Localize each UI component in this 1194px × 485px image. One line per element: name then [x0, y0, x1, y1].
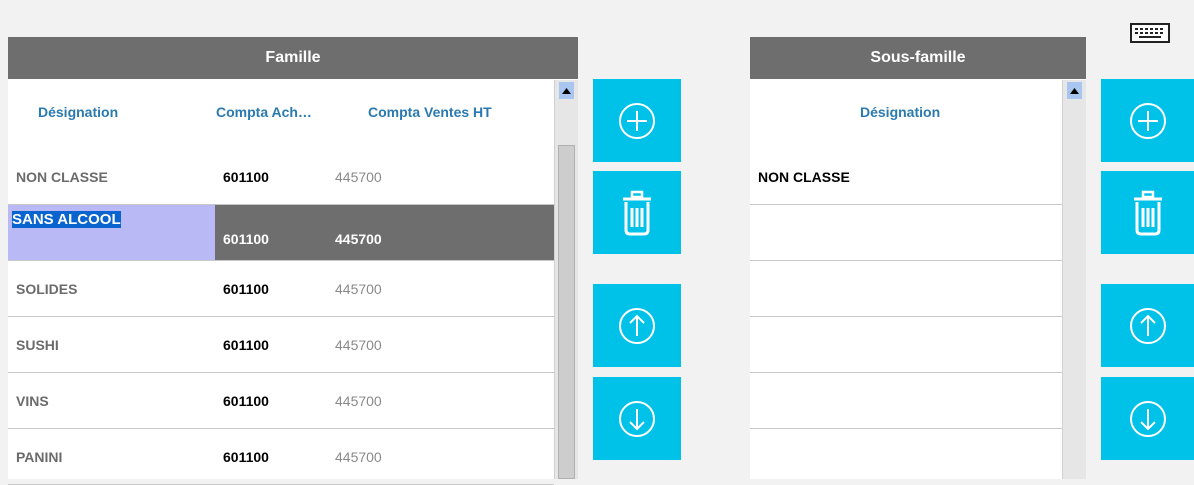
sous-famille-table-row[interactable] — [750, 373, 1062, 429]
famille-scroll-thumb[interactable] — [558, 145, 575, 479]
famille-cell-compta-achat: 601100 — [223, 449, 269, 465]
sous-famille-table-row[interactable] — [750, 205, 1062, 261]
delete-sous-famille-button[interactable] — [1101, 171, 1194, 254]
famille-table-row[interactable]: VINS 601100 445700 — [8, 373, 554, 429]
sous-famille-table-row[interactable] — [750, 317, 1062, 373]
move-up-sous-famille-button[interactable] — [1101, 284, 1194, 367]
famille-title: Famille — [265, 49, 321, 66]
famille-cell-designation: NON CLASSE — [16, 169, 108, 185]
scroll-up-arrow-icon[interactable] — [559, 82, 574, 99]
add-sous-famille-button[interactable] — [1101, 79, 1194, 162]
trash-icon — [623, 190, 651, 235]
famille-cell-compta-ventes: 445700 — [335, 281, 382, 297]
keyboard-icon — [1130, 23, 1170, 43]
move-up-famille-button[interactable] — [593, 284, 681, 367]
move-down-sous-famille-button[interactable] — [1101, 377, 1194, 460]
famille-scrollbar[interactable] — [554, 80, 578, 479]
famille-cell-compta-ventes: 445700 — [335, 169, 382, 185]
famille-cell-compta-ventes: 445700 — [335, 231, 382, 247]
sous-famille-table-row[interactable] — [750, 261, 1062, 317]
famille-cell-designation: SUSHI — [16, 337, 59, 353]
famille-cell-compta-achat: 601100 — [223, 281, 269, 297]
column-header-compta-ventes[interactable]: Compta Ventes HT — [368, 104, 492, 120]
famille-cell-designation: PANINI — [16, 449, 63, 465]
famille-table-row[interactable]: SUSHI 601100 445700 — [8, 317, 554, 373]
famille-cell-designation[interactable]: SANS ALCOOL — [8, 205, 215, 260]
famille-table-row[interactable]: NON CLASSE 601100 445700 — [8, 149, 554, 205]
column-header-designation[interactable]: Désignation — [38, 104, 118, 120]
column-header-compta-achat[interactable]: Compta Ach… — [216, 104, 312, 120]
trash-icon — [1133, 190, 1162, 235]
famille-cell-compta-ventes: 445700 — [335, 393, 382, 409]
sous-famille-scrollbar[interactable] — [1062, 80, 1086, 479]
arrow-down-circle-icon — [1129, 400, 1166, 437]
move-down-famille-button[interactable] — [593, 377, 681, 460]
sous-famille-column-header-designation[interactable]: Désignation — [860, 104, 940, 120]
sous-famille-title: Sous-famille — [870, 49, 966, 66]
famille-cell-compta-achat: 601100 — [223, 337, 269, 353]
famille-cell-designation: SOLIDES — [16, 281, 78, 297]
arrow-up-circle-icon — [1129, 307, 1166, 344]
famille-cell-compta-ventes: 445700 — [335, 337, 382, 353]
add-famille-button[interactable] — [593, 79, 681, 162]
famille-cell-compta-ventes: 445700 — [335, 449, 382, 465]
selected-text: SANS ALCOOL — [12, 211, 121, 228]
famille-table-row[interactable]: SANS ALCOOL 601100 445700 — [8, 205, 554, 261]
keyboard-button[interactable] — [1129, 22, 1171, 44]
plus-circle-icon — [1129, 102, 1166, 139]
scroll-up-arrow-icon[interactable] — [1067, 82, 1082, 99]
famille-cell-designation: VINS — [16, 393, 49, 409]
plus-circle-icon — [619, 102, 655, 139]
sous-famille-cell-designation: NON CLASSE — [758, 169, 850, 185]
arrow-up-circle-icon — [619, 307, 655, 344]
famille-cell-compta-achat: 601100 — [223, 231, 269, 247]
famille-table-row[interactable]: SOLIDES 601100 445700 — [8, 261, 554, 317]
sous-famille-table-row[interactable]: NON CLASSE — [750, 149, 1062, 205]
delete-famille-button[interactable] — [593, 171, 681, 254]
famille-cell-compta-achat: 601100 — [223, 393, 269, 409]
sous-famille-header: Sous-famille — [750, 37, 1086, 79]
famille-cell-compta-achat: 601100 — [223, 169, 269, 185]
arrow-down-circle-icon — [619, 400, 655, 437]
famille-header: Famille — [8, 37, 578, 79]
famille-table-row[interactable]: PANINI 601100 445700 — [8, 429, 554, 485]
